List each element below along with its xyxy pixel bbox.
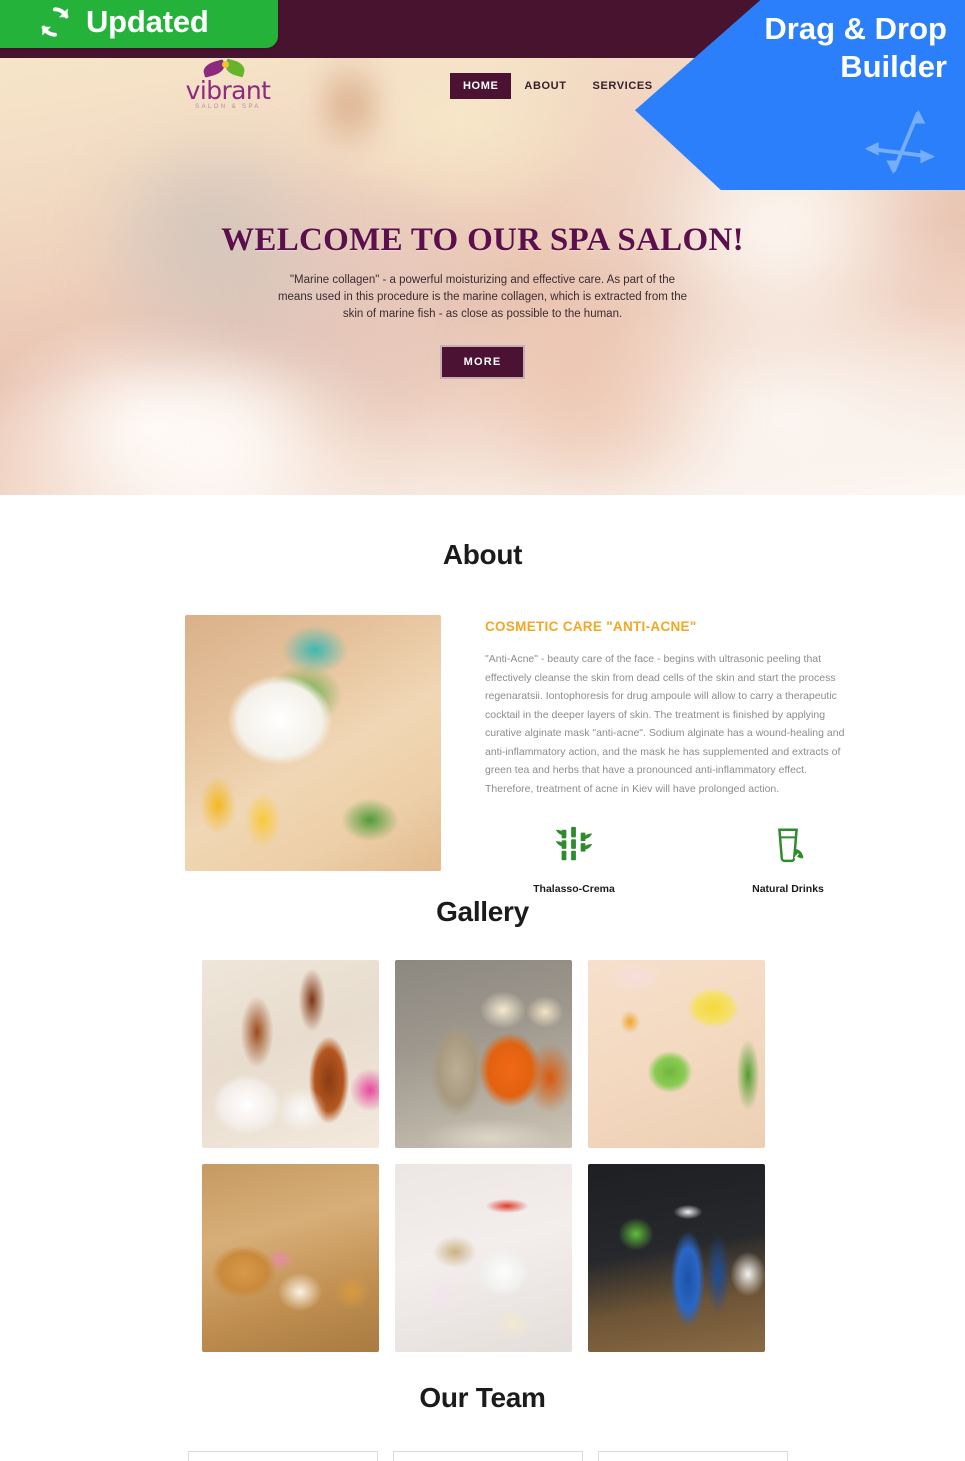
- bamboo-icon: [555, 826, 593, 861]
- logo-tagline: SALON & SPA: [195, 104, 261, 110]
- about-subtitle: COSMETIC CARE "ANTI-ACNE": [485, 619, 697, 634]
- about-paragraph: "Anti-Acne" - beauty care of the face - …: [485, 653, 845, 795]
- nav-item-home[interactable]: HOME: [450, 73, 512, 99]
- gallery-item[interactable]: [395, 960, 572, 1148]
- gallery-item[interactable]: [588, 1164, 765, 1352]
- gallery-heading: Gallery: [436, 896, 529, 927]
- about-heading: About: [442, 539, 523, 570]
- about-image: [185, 615, 441, 871]
- logo-leaf-icon: [185, 58, 271, 78]
- gallery-item[interactable]: [202, 1164, 379, 1352]
- about-body: COSMETIC CARE "ANTI-ACNE" "Anti-Acne" - …: [485, 615, 853, 895]
- hero-title: WELCOME TO OUR SPA SALON!: [221, 222, 744, 258]
- ddb-line-2: Builder: [840, 49, 947, 84]
- team-section: Our Team: [0, 1360, 965, 1461]
- hero-section: vibrant SALON & SPA HOME ABOUT SERVICES …: [0, 0, 965, 495]
- team-card[interactable]: [393, 1451, 583, 1461]
- drink-glass-icon: [778, 828, 804, 863]
- logo-wordmark: vibrant: [185, 76, 271, 105]
- team-card[interactable]: [188, 1451, 378, 1461]
- team-card[interactable]: [598, 1451, 788, 1461]
- gallery-item[interactable]: [202, 960, 379, 1148]
- page-root: vibrant SALON & SPA HOME ABOUT SERVICES …: [0, 0, 965, 1461]
- about-row: COSMETIC CARE "ANTI-ACNE" "Anti-Acne" - …: [185, 615, 844, 895]
- gallery-grid: [202, 960, 965, 1352]
- gallery-section: Gallery: [0, 880, 965, 1352]
- gallery-item[interactable]: [588, 960, 765, 1148]
- team-heading: Our Team: [419, 1382, 546, 1413]
- hero-copy: WELCOME TO OUR SPA SALON! "Marine collag…: [0, 222, 965, 379]
- updated-badge: Updated: [0, 0, 278, 48]
- about-section: About COSMETIC CARE "ANTI-ACNE" "Anti-Ac…: [0, 495, 965, 895]
- hero-more-button[interactable]: MORE: [439, 345, 526, 379]
- hero-paragraph: "Marine collagen" - a powerful moisturiz…: [277, 274, 688, 320]
- four-way-arrow-icon: [865, 109, 935, 175]
- nav-item-about[interactable]: ABOUT: [511, 73, 579, 99]
- gallery-item[interactable]: [395, 1164, 572, 1352]
- team-grid: [188, 1451, 965, 1461]
- hero-blob-door: [320, 40, 380, 170]
- updated-label: Updated: [86, 4, 209, 39]
- site-logo[interactable]: vibrant SALON & SPA: [185, 58, 271, 110]
- sync-icon: [41, 7, 69, 37]
